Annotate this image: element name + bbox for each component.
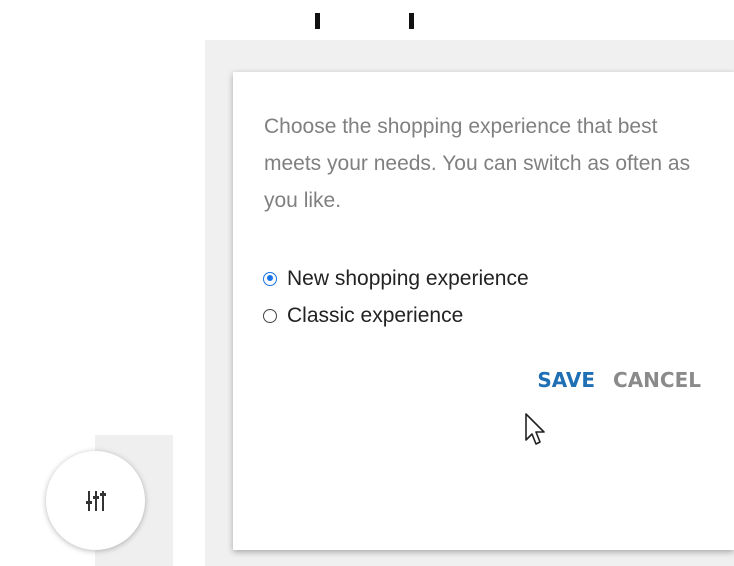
option-new-experience-label: New shopping experience bbox=[287, 266, 529, 290]
option-classic-experience-label: Classic experience bbox=[287, 303, 464, 327]
option-new-experience[interactable]: New shopping experience bbox=[263, 260, 529, 297]
dialog-description: Choose the shopping experience that best… bbox=[264, 115, 691, 212]
cancel-button[interactable]: CANCEL bbox=[613, 368, 701, 392]
filter-settings-button[interactable] bbox=[46, 451, 145, 550]
experience-options: New shopping experience Classic experien… bbox=[263, 260, 529, 334]
radio-new-experience[interactable] bbox=[263, 271, 277, 286]
mouse-pointer-icon bbox=[525, 413, 545, 445]
option-classic-experience[interactable]: Classic experience bbox=[263, 297, 529, 334]
save-button[interactable]: SAVE bbox=[537, 368, 595, 392]
top-marker-left bbox=[315, 13, 320, 29]
screen: Choose the shopping experience that best… bbox=[0, 0, 734, 566]
dialog-actions: SAVE CANCEL bbox=[537, 368, 701, 392]
radio-classic-experience[interactable] bbox=[263, 308, 277, 323]
sliders-icon bbox=[85, 490, 106, 511]
shopping-experience-dialog: Choose the shopping experience that best… bbox=[233, 72, 734, 550]
top-marker-right bbox=[409, 13, 414, 29]
